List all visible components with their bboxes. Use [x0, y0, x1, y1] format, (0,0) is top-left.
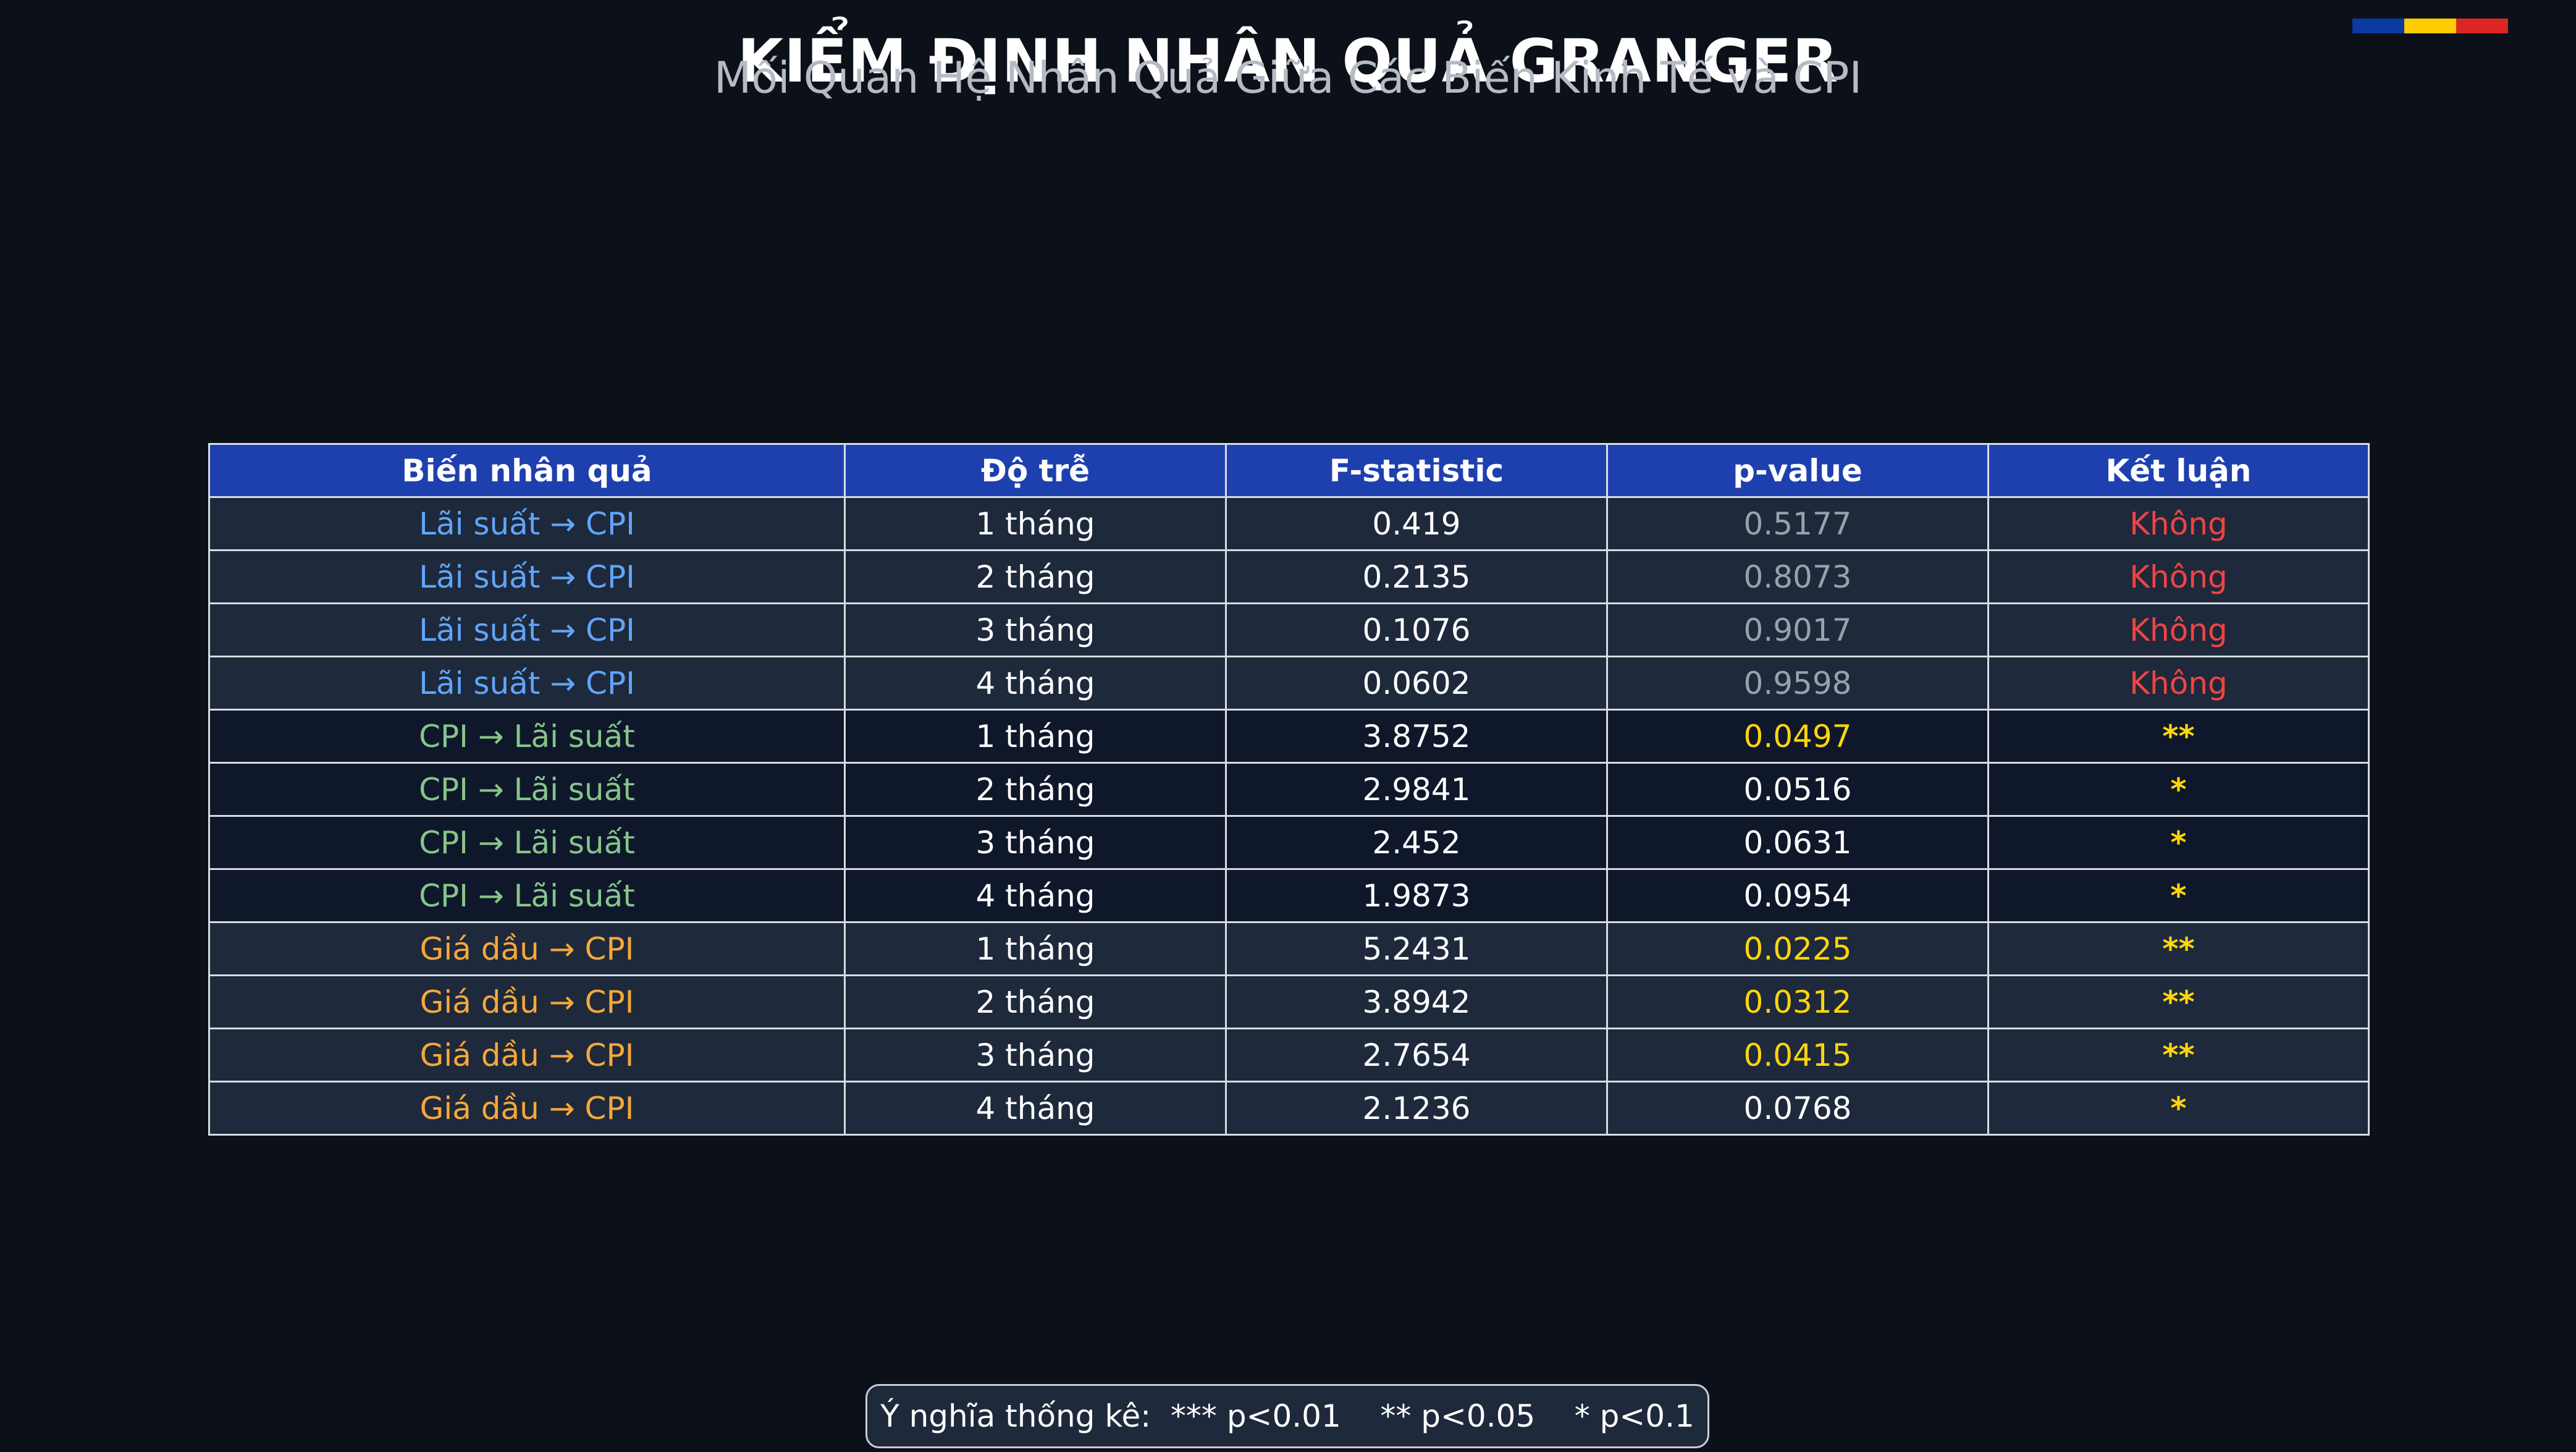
cell-causal-pair: CPI → Lãi suất [208, 762, 846, 817]
cell-lag: 3 tháng [844, 602, 1227, 657]
cell-lag: 3 tháng [844, 1028, 1227, 1083]
cell-lag: 1 tháng [844, 496, 1227, 551]
cell-causal-pair: Giá dầu → CPI [208, 921, 846, 976]
cell-lag: 4 tháng [844, 1081, 1227, 1136]
cell-conclusion: Không [1987, 549, 2370, 604]
cell-lag: 1 tháng [844, 709, 1227, 764]
cell-conclusion: Không [1987, 496, 2370, 551]
cell-p-value: 0.0415 [1606, 1028, 1989, 1083]
cell-f-statistic: 5.2431 [1225, 921, 1608, 976]
cell-p-value: 0.0225 [1606, 921, 1989, 976]
column-header-f-statistic: F-statistic [1225, 443, 1608, 498]
cell-causal-pair: CPI → Lãi suất [208, 868, 846, 923]
cell-causal-pair: Lãi suất → CPI [208, 549, 846, 604]
table-row: Lãi suất → CPI 3 tháng 0.1076 0.9017 Không [208, 602, 2370, 657]
cell-conclusion: * [1987, 868, 2370, 923]
table-row: CPI → Lãi suất 3 tháng 2.452 0.0631 * [208, 815, 2370, 870]
table-row: CPI → Lãi suất 2 tháng 2.9841 0.0516 * [208, 762, 2370, 817]
table-body: Lãi suất → CPI 1 tháng 0.419 0.5177 Không Lãi… [208, 496, 2370, 1136]
cell-p-value: 0.0312 [1606, 974, 1989, 1029]
table-header-row: Biến nhân quả Độ trễ F-statistic p-value… [208, 443, 2370, 498]
cell-lag: 3 tháng [844, 815, 1227, 870]
table-row: CPI → Lãi suất 1 tháng 3.8752 0.0497 ** [208, 709, 2370, 764]
table-row: Lãi suất → CPI 4 tháng 0.0602 0.9598 Không [208, 656, 2370, 711]
cell-causal-pair: Giá dầu → CPI [208, 1081, 846, 1136]
cell-p-value: 0.9017 [1606, 602, 1989, 657]
cell-conclusion: * [1987, 762, 2370, 817]
cell-p-value: 0.0497 [1606, 709, 1989, 764]
cell-lag: 2 tháng [844, 549, 1227, 604]
column-header-pair: Biến nhân quả [208, 443, 846, 498]
cell-causal-pair: CPI → Lãi suất [208, 709, 846, 764]
cell-p-value: 0.0516 [1606, 762, 1989, 817]
table-row: Giá dầu → CPI 3 tháng 2.7654 0.0415 ** [208, 1028, 2370, 1083]
cell-f-statistic: 2.9841 [1225, 762, 1608, 817]
cell-conclusion: ** [1987, 974, 2370, 1029]
cell-causal-pair: CPI → Lãi suất [208, 815, 846, 870]
cell-f-statistic: 3.8942 [1225, 974, 1608, 1029]
column-header-lag: Độ trễ [844, 443, 1227, 498]
table-row: CPI → Lãi suất 4 tháng 1.9873 0.0954 * [208, 868, 2370, 923]
cell-f-statistic: 2.1236 [1225, 1081, 1608, 1136]
cell-causal-pair: Giá dầu → CPI [208, 974, 846, 1029]
cell-p-value: 0.0768 [1606, 1081, 1989, 1136]
cell-conclusion: * [1987, 815, 2370, 870]
cell-f-statistic: 2.7654 [1225, 1028, 1608, 1083]
table-row: Giá dầu → CPI 1 tháng 5.2431 0.0225 ** [208, 921, 2370, 976]
cell-causal-pair: Lãi suất → CPI [208, 602, 846, 657]
cell-p-value: 0.0954 [1606, 868, 1989, 923]
significance-legend: Ý nghĩa thống kê: *** p<0.01 ** p<0.05 *… [865, 1384, 1709, 1448]
cell-lag: 2 tháng [844, 762, 1227, 817]
cell-p-value: 0.0631 [1606, 815, 1989, 870]
cell-p-value: 0.8073 [1606, 549, 1989, 604]
column-header-p-value: p-value [1606, 443, 1989, 498]
table-row: Giá dầu → CPI 2 tháng 3.8942 0.0312 ** [208, 974, 2370, 1029]
chart-subtitle: Mối Quan Hệ Nhân Quả Giữa Các Biến Kinh … [713, 53, 1863, 103]
cell-lag: 2 tháng [844, 974, 1227, 1029]
cell-lag: 1 tháng [844, 921, 1227, 976]
cell-conclusion: ** [1987, 709, 2370, 764]
table-row: Lãi suất → CPI 1 tháng 0.419 0.5177 Không [208, 496, 2370, 551]
table-row: Lãi suất → CPI 2 tháng 0.2135 0.8073 Không [208, 549, 2370, 604]
cell-f-statistic: 1.9873 [1225, 868, 1608, 923]
cell-conclusion: Không [1987, 602, 2370, 657]
cell-conclusion: Không [1987, 656, 2370, 711]
granger-results-table: Biến nhân quả Độ trễ F-statistic p-value… [208, 443, 2370, 1136]
cell-f-statistic: 2.452 [1225, 815, 1608, 870]
cell-lag: 4 tháng [844, 656, 1227, 711]
cell-conclusion: ** [1987, 1028, 2370, 1083]
cell-lag: 4 tháng [844, 868, 1227, 923]
cell-conclusion: * [1987, 1081, 2370, 1136]
cell-causal-pair: Lãi suất → CPI [208, 656, 846, 711]
cell-p-value: 0.9598 [1606, 656, 1989, 711]
table-row: Giá dầu → CPI 4 tháng 2.1236 0.0768 * [208, 1081, 2370, 1136]
cell-p-value: 0.5177 [1606, 496, 1989, 551]
cell-f-statistic: 3.8752 [1225, 709, 1608, 764]
cell-causal-pair: Giá dầu → CPI [208, 1028, 846, 1083]
cell-conclusion: ** [1987, 921, 2370, 976]
cell-f-statistic: 0.1076 [1225, 602, 1608, 657]
cell-f-statistic: 0.419 [1225, 496, 1608, 551]
column-header-conclusion: Kết luận [1987, 443, 2370, 498]
cell-f-statistic: 0.0602 [1225, 656, 1608, 711]
cell-causal-pair: Lãi suất → CPI [208, 496, 846, 551]
cell-f-statistic: 0.2135 [1225, 549, 1608, 604]
